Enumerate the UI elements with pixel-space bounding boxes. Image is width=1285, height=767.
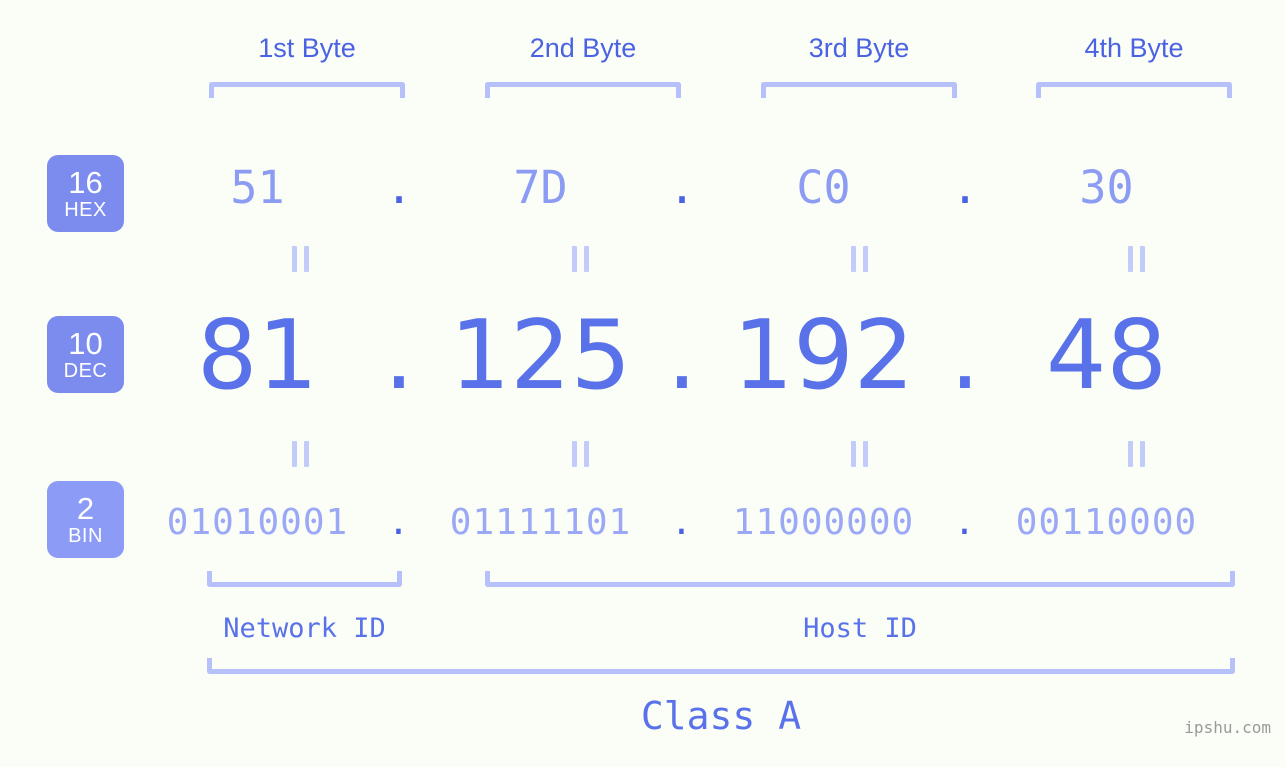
- bin-byte-3: 11000000: [732, 502, 915, 543]
- class-label: Class A: [640, 694, 802, 738]
- network-id-label: Network ID: [223, 613, 386, 644]
- byte-bracket-3: [761, 82, 957, 98]
- host-id-label: Host ID: [803, 613, 917, 644]
- equals-icon-dec-bin-1: [193, 441, 408, 467]
- base-badge-dec-system: DEC: [63, 360, 108, 382]
- byte-header-2: 2nd Byte: [529, 33, 637, 63]
- base-badge-dec-number: 10: [68, 326, 103, 361]
- equals-icon-dec-bin-2: [473, 441, 688, 467]
- ip-breakdown-diagram: 1st Byte 2nd Byte 3rd Byte 4th Byte 16 H…: [0, 0, 1285, 767]
- hex-byte-1: 51: [230, 160, 285, 214]
- bin-byte-2: 01111101: [449, 502, 632, 543]
- equals-icon-hex-dec-3: [752, 246, 967, 272]
- byte-header-1: 1st Byte: [258, 33, 356, 63]
- bin-separator-1: .: [387, 502, 411, 543]
- hex-separator-1: .: [385, 160, 413, 214]
- bin-separator-3: .: [953, 502, 977, 543]
- base-badge-dec: 10 DEC: [47, 316, 124, 393]
- dec-byte-2: 125: [449, 300, 632, 411]
- bin-separator-2: .: [670, 502, 694, 543]
- equals-icon-hex-dec-2: [473, 246, 688, 272]
- dec-separator-2: .: [666, 300, 698, 411]
- class-bracket: [207, 658, 1235, 674]
- equals-icon-dec-bin-3: [752, 441, 967, 467]
- bin-byte-1: 01010001: [166, 502, 349, 543]
- hex-byte-3: C0: [796, 160, 851, 214]
- equals-icon-hex-dec-4: [1029, 246, 1244, 272]
- base-badge-hex: 16 HEX: [47, 155, 124, 232]
- hex-separator-3: .: [951, 160, 979, 214]
- network-id-bracket: [207, 571, 402, 587]
- dec-byte-1: 81: [197, 300, 318, 411]
- byte-bracket-4: [1036, 82, 1232, 98]
- byte-bracket-1: [209, 82, 405, 98]
- equals-icon-dec-bin-4: [1029, 441, 1244, 467]
- hex-separator-2: .: [668, 160, 696, 214]
- hex-byte-2: 7D: [513, 160, 568, 214]
- dec-value-row: 81 . 125 . 192 . 48: [150, 298, 1285, 413]
- dec-separator-1: .: [383, 300, 415, 411]
- byte-header-3: 3rd Byte: [808, 33, 910, 63]
- base-badge-bin-number: 2: [76, 491, 95, 526]
- hex-byte-4: 30: [1079, 160, 1134, 214]
- dec-byte-3: 192: [732, 300, 915, 411]
- base-badge-bin: 2 BIN: [47, 481, 124, 558]
- hex-value-row: 51 . 7D . C0 . 30: [150, 157, 1285, 217]
- dec-separator-3: .: [949, 300, 981, 411]
- byte-bracket-2: [485, 82, 681, 98]
- dec-byte-4: 48: [1046, 300, 1167, 411]
- equals-icon-hex-dec-1: [193, 246, 408, 272]
- bin-value-row: 01010001 . 01111101 . 11000000 . 0011000…: [150, 495, 1285, 550]
- base-badge-hex-number: 16: [68, 165, 103, 200]
- host-id-bracket: [485, 571, 1235, 587]
- bin-byte-4: 00110000: [1015, 502, 1198, 543]
- byte-header-4: 4th Byte: [1084, 33, 1184, 63]
- base-badge-hex-system: HEX: [64, 199, 107, 221]
- base-badge-bin-system: BIN: [68, 525, 103, 547]
- watermark: ipshu.com: [1184, 718, 1271, 737]
